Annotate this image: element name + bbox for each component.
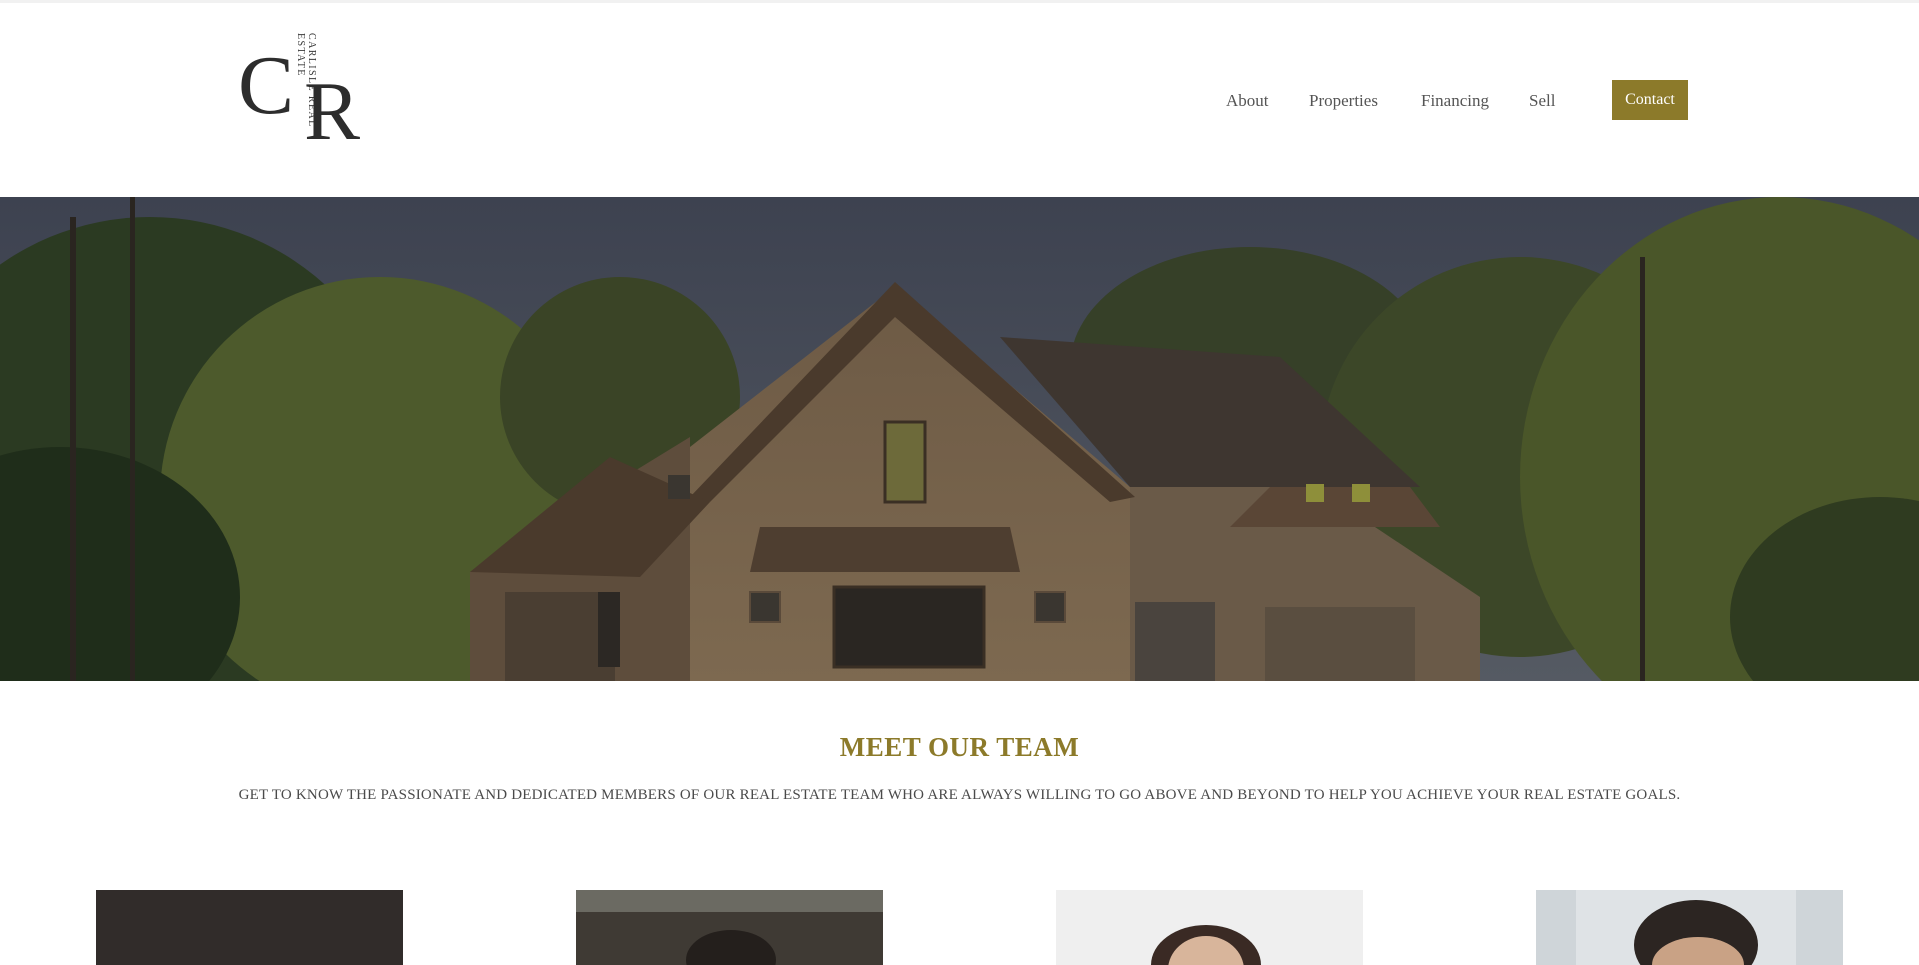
hero-house-illustration [0,197,1919,681]
team-photo-3 [1056,890,1363,965]
team-section-title: MEET OUR TEAM [839,732,1080,763]
nav-item-financing[interactable]: Financing [1421,85,1489,117]
team-member-photo[interactable] [96,890,403,965]
nav-item-about[interactable]: About [1226,85,1269,117]
team-photo-1 [96,890,403,965]
team-member-photo[interactable] [1536,890,1843,965]
nav-item-properties[interactable]: Properties [1309,85,1378,117]
team-member-photo[interactable] [576,890,883,965]
site-header: C CARLISLE REAL ESTATE R About Propertie… [0,3,1919,197]
logo-letter-r: R [304,65,361,158]
logo-letter-c: C [238,39,295,132]
nav-item-sell[interactable]: Sell [1529,85,1555,117]
team-section-subtitle: GET TO KNOW THE PASSIONATE AND DEDICATED… [238,787,1681,803]
team-photo-2 [576,890,883,965]
contact-button[interactable]: Contact [1612,80,1688,120]
hero-image [0,197,1919,681]
team-member-photo[interactable] [1056,890,1363,965]
team-photo-4 [1536,890,1843,965]
brand-logo[interactable]: C CARLISLE REAL ESTATE R [238,30,361,170]
